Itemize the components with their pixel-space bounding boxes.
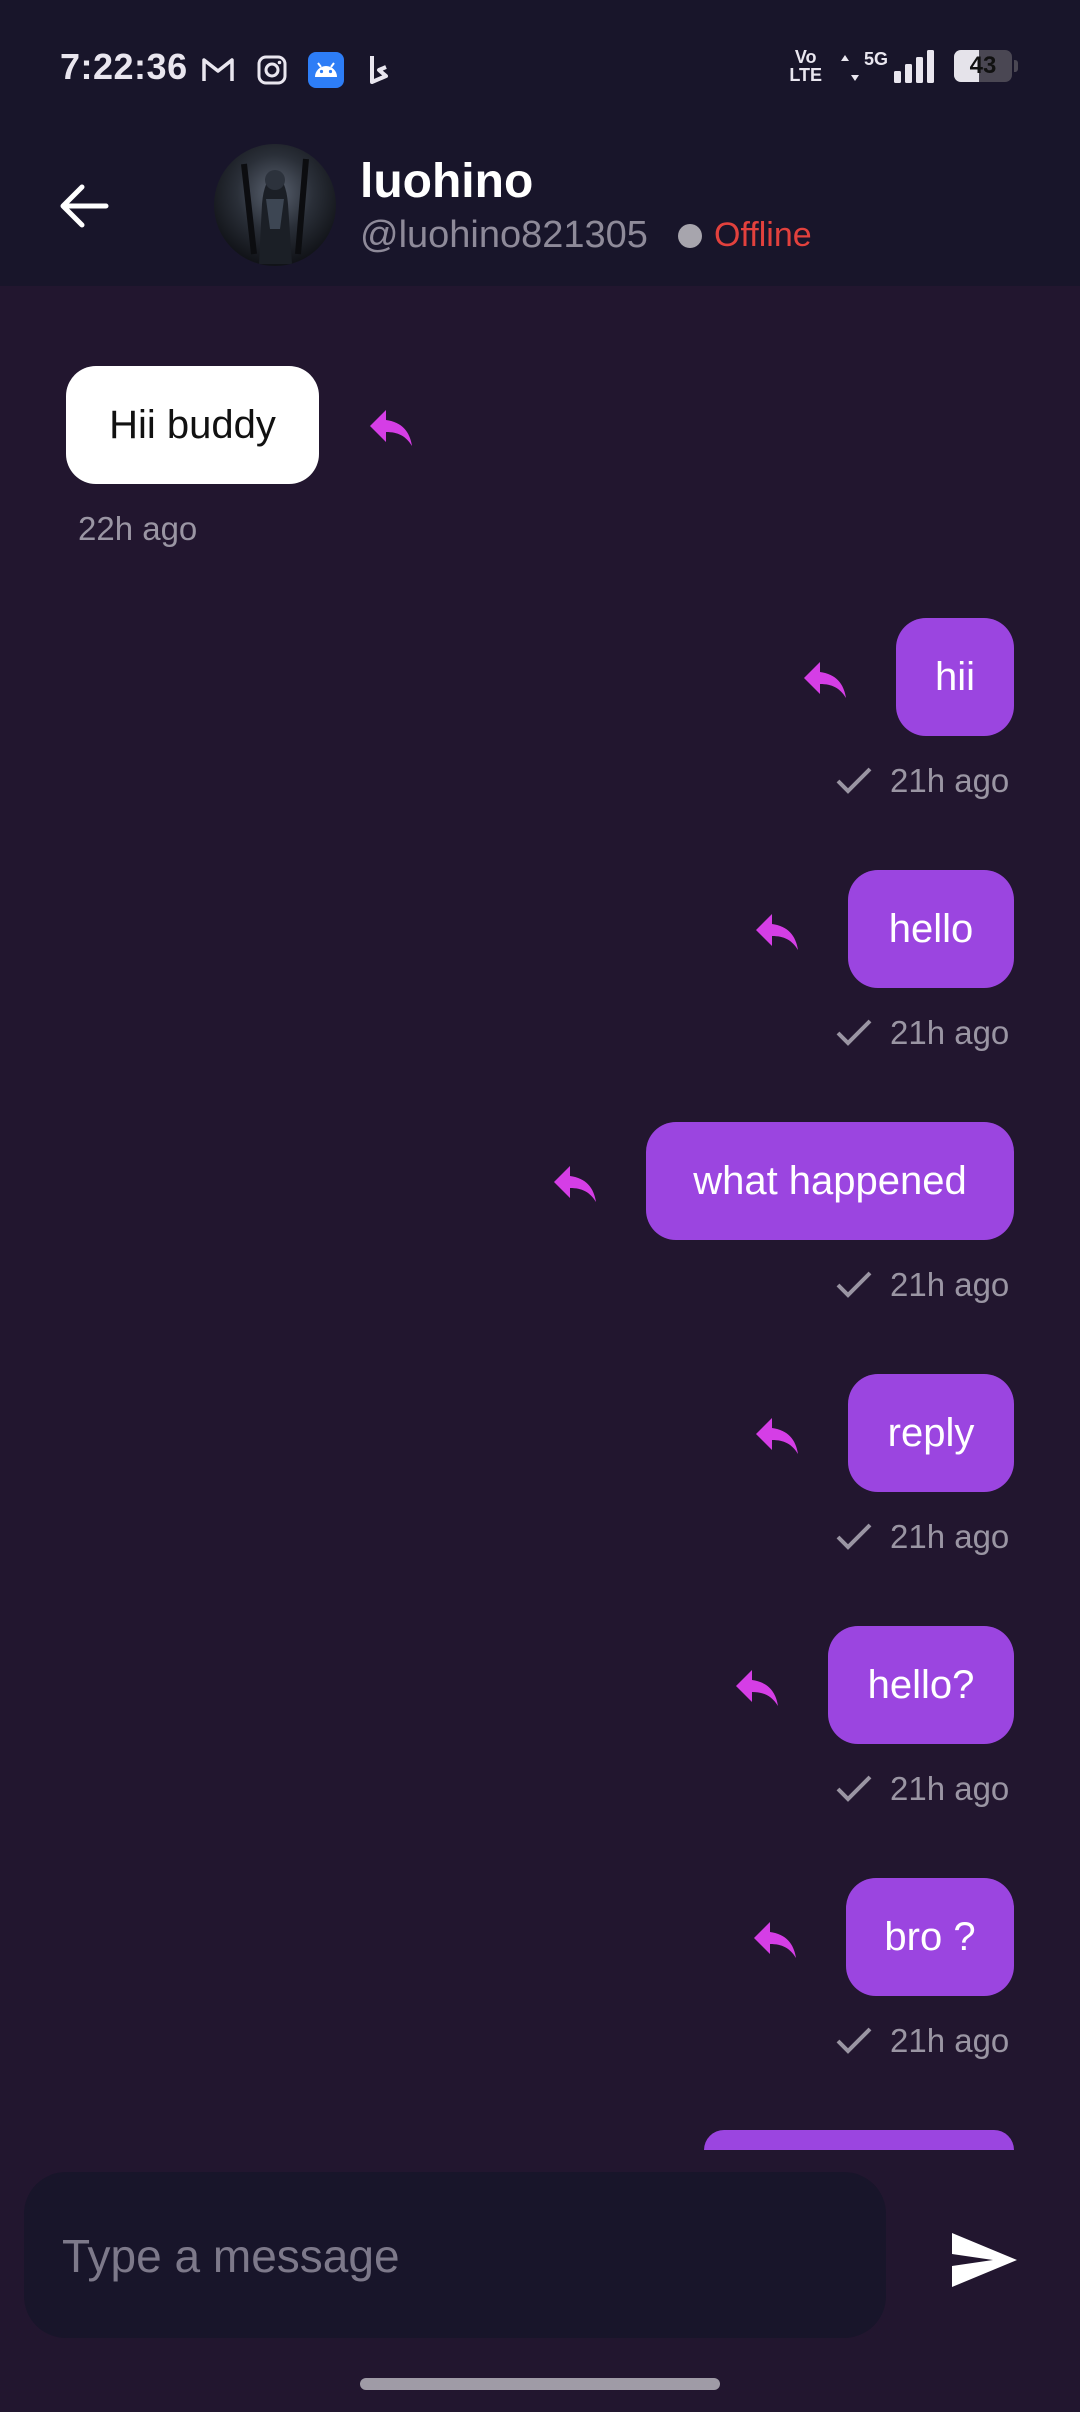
back-button[interactable] — [52, 174, 116, 238]
reply-icon[interactable] — [752, 1410, 802, 1460]
message-time: 21h ago — [890, 1266, 1010, 1303]
message-time: 22h ago — [78, 510, 198, 547]
message-input[interactable] — [60, 2172, 854, 2340]
arrow-left-icon — [60, 184, 109, 228]
presence-dot — [678, 224, 702, 248]
send-button[interactable] — [944, 2224, 1024, 2296]
sent-check-icon — [836, 1019, 872, 1046]
message-bubble-outgoing[interactable]: reply — [848, 1374, 1014, 1492]
sent-check-icon — [836, 1775, 872, 1802]
contact-name: luohino — [360, 155, 534, 208]
instagram-icon — [254, 52, 290, 88]
status-time: 7:22:36 — [60, 46, 188, 87]
notification-icons — [200, 52, 398, 88]
message-time: 21h ago — [890, 1770, 1010, 1807]
sent-check-icon — [836, 1523, 872, 1550]
presence-status: Offline — [714, 216, 812, 254]
reply-icon[interactable] — [752, 906, 802, 956]
home-indicator[interactable] — [360, 2378, 720, 2390]
battery-indicator: 43 — [954, 50, 1018, 82]
send-icon — [952, 2233, 1017, 2287]
message-bubble-outgoing-partial[interactable] — [704, 2130, 1014, 2150]
message-bubble-outgoing[interactable]: hii — [896, 618, 1014, 736]
message-composer — [24, 2172, 886, 2340]
signal-icon: 5G — [840, 49, 936, 83]
reply-icon[interactable] — [550, 1158, 600, 1208]
avatar[interactable] — [214, 144, 336, 266]
message-bubble-outgoing[interactable]: hello — [848, 870, 1014, 988]
message-bubble-incoming[interactable]: Hii buddy — [66, 366, 319, 484]
system-indicators: Vo LTE 5G 43 — [789, 47, 1018, 85]
sent-check-icon — [836, 1271, 872, 1298]
status-bar: 7:22:36 Vo LTE 5G 43 — [0, 0, 1080, 140]
chat-header: luohino @luohino821305 Offline — [0, 140, 1080, 286]
bing-icon — [362, 52, 398, 88]
sent-check-icon — [836, 2027, 872, 2054]
gmail-icon — [200, 52, 236, 88]
message-time: 21h ago — [890, 1518, 1010, 1555]
reply-icon[interactable] — [366, 402, 416, 452]
network-type: 5G — [863, 49, 888, 69]
message-bubble-outgoing[interactable]: hello? — [828, 1626, 1014, 1744]
message-time: 21h ago — [890, 762, 1010, 799]
message-time: 21h ago — [890, 2022, 1010, 2059]
reply-icon[interactable] — [732, 1662, 782, 1712]
volte-indicator: Vo LTE — [789, 47, 822, 85]
contact-handle: @luohino821305 — [360, 214, 648, 256]
message-bubble-outgoing[interactable]: what happened — [646, 1122, 1014, 1240]
reply-icon[interactable] — [750, 1914, 800, 1964]
message-time: 21h ago — [890, 1014, 1010, 1051]
sent-check-icon — [836, 767, 872, 794]
message-bubble-outgoing[interactable]: bro ? — [846, 1878, 1014, 1996]
reply-icon[interactable] — [800, 654, 850, 704]
android-icon — [308, 52, 344, 88]
